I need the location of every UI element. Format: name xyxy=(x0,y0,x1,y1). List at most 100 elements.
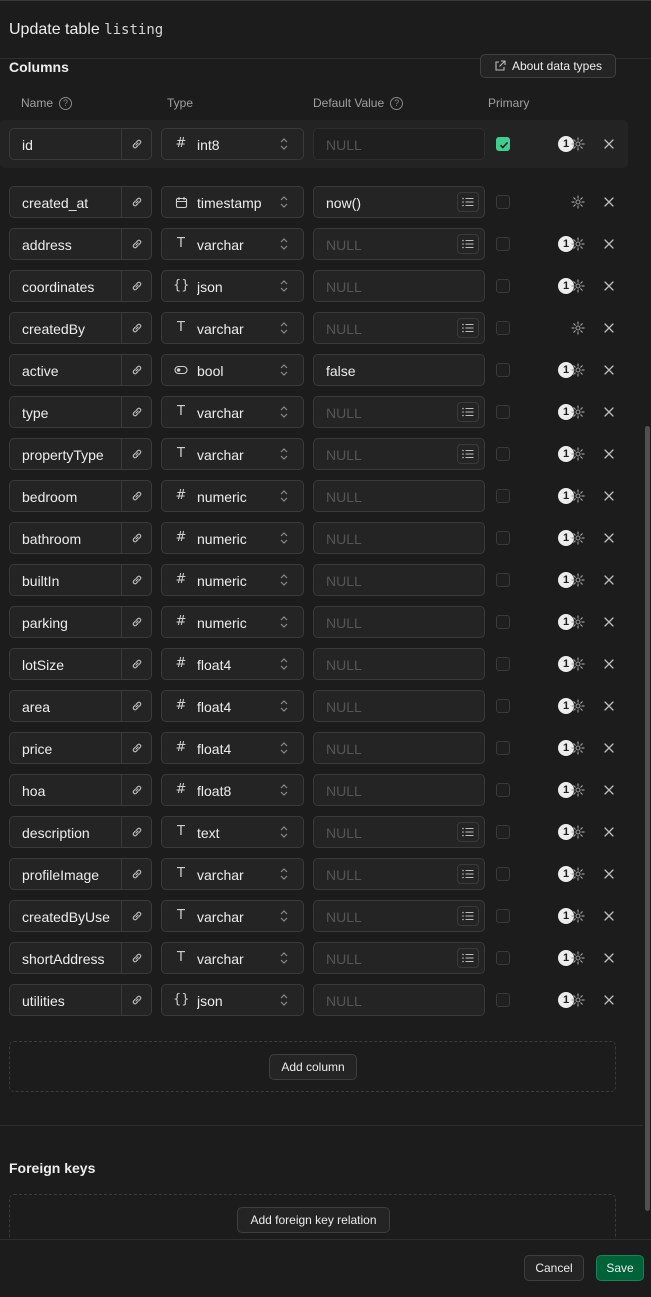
primary-key-checkbox[interactable] xyxy=(496,615,510,629)
help-icon[interactable]: ? xyxy=(59,96,73,110)
primary-key-checkbox[interactable] xyxy=(496,573,510,587)
link-icon[interactable] xyxy=(121,481,151,511)
save-button[interactable]: Save xyxy=(596,1255,644,1281)
column-type-select[interactable]: Tvarchar xyxy=(161,900,304,932)
primary-key-checkbox[interactable] xyxy=(496,531,510,545)
column-type-select[interactable]: Tvarchar xyxy=(161,228,304,260)
primary-key-checkbox[interactable] xyxy=(496,279,510,293)
column-type-select[interactable]: {} json xyxy=(161,984,304,1016)
default-value-input[interactable]: NULL xyxy=(313,128,485,160)
column-name-input[interactable]: address xyxy=(9,228,152,260)
gear-icon[interactable] xyxy=(571,909,585,923)
close-icon[interactable] xyxy=(603,364,615,376)
gear-icon[interactable] xyxy=(571,363,585,377)
column-type-select[interactable]: # float4 xyxy=(161,732,304,764)
column-name-input[interactable]: coordinates xyxy=(9,270,152,302)
default-value-input[interactable]: NULL xyxy=(313,270,485,302)
gear-icon[interactable] xyxy=(571,321,585,335)
gear-icon[interactable] xyxy=(571,951,585,965)
close-icon[interactable] xyxy=(603,406,615,418)
link-icon[interactable] xyxy=(121,607,151,637)
suggestions-list-icon[interactable] xyxy=(457,906,479,926)
column-name-input[interactable]: propertyType xyxy=(9,438,152,470)
column-name-input[interactable]: parking xyxy=(9,606,152,638)
gear-icon[interactable] xyxy=(571,993,585,1007)
close-icon[interactable] xyxy=(603,490,615,502)
add-foreign-key-button[interactable]: Add foreign key relation xyxy=(237,1207,390,1233)
gear-icon[interactable] xyxy=(571,783,585,797)
primary-key-checkbox[interactable] xyxy=(496,237,510,251)
link-icon[interactable] xyxy=(121,397,151,427)
column-name-input[interactable]: type xyxy=(9,396,152,428)
close-icon[interactable] xyxy=(603,238,615,250)
link-icon[interactable] xyxy=(121,355,151,385)
close-icon[interactable] xyxy=(603,322,615,334)
close-icon[interactable] xyxy=(603,616,615,628)
gear-icon[interactable] xyxy=(571,741,585,755)
column-name-input[interactable]: shortAddress xyxy=(9,942,152,974)
column-type-select[interactable]: timestamptz xyxy=(161,186,304,218)
close-icon[interactable] xyxy=(603,138,615,150)
suggestions-list-icon[interactable] xyxy=(457,864,479,884)
column-name-input[interactable]: area xyxy=(9,690,152,722)
default-value-input[interactable]: false xyxy=(313,354,485,386)
column-name-input[interactable]: price xyxy=(9,732,152,764)
column-type-select[interactable]: Tvarchar xyxy=(161,858,304,890)
primary-key-checkbox[interactable] xyxy=(496,909,510,923)
column-type-select[interactable]: # numeric xyxy=(161,480,304,512)
default-value-input[interactable]: NULL xyxy=(313,648,485,680)
default-value-input[interactable]: NULL xyxy=(313,312,485,344)
close-icon[interactable] xyxy=(603,994,615,1006)
gear-icon[interactable] xyxy=(571,237,585,251)
link-icon[interactable] xyxy=(121,733,151,763)
primary-key-checkbox[interactable] xyxy=(496,699,510,713)
close-icon[interactable] xyxy=(603,658,615,670)
column-type-select[interactable]: # float4 xyxy=(161,690,304,722)
column-name-input[interactable]: active xyxy=(9,354,152,386)
column-type-select[interactable]: Ttext xyxy=(161,816,304,848)
primary-key-checkbox[interactable] xyxy=(496,993,510,1007)
column-name-input[interactable]: id xyxy=(9,128,152,160)
default-value-input[interactable]: NULL xyxy=(313,984,485,1016)
help-icon[interactable]: ? xyxy=(390,96,404,110)
link-icon[interactable] xyxy=(121,439,151,469)
cancel-button[interactable]: Cancel xyxy=(524,1255,584,1281)
column-type-select[interactable]: bool xyxy=(161,354,304,386)
close-icon[interactable] xyxy=(603,910,615,922)
gear-icon[interactable] xyxy=(571,195,585,209)
suggestions-list-icon[interactable] xyxy=(457,948,479,968)
primary-key-checkbox[interactable] xyxy=(496,363,510,377)
link-icon[interactable] xyxy=(121,523,151,553)
primary-key-checkbox[interactable] xyxy=(496,951,510,965)
close-icon[interactable] xyxy=(603,868,615,880)
default-value-input[interactable]: NULL xyxy=(313,522,485,554)
gear-icon[interactable] xyxy=(571,699,585,713)
default-value-input[interactable]: NULL xyxy=(313,228,485,260)
column-type-select[interactable]: Tvarchar xyxy=(161,396,304,428)
close-icon[interactable] xyxy=(603,280,615,292)
primary-key-checkbox[interactable] xyxy=(496,405,510,419)
scrollbar-thumb[interactable] xyxy=(645,426,650,1211)
column-name-input[interactable]: profileImage xyxy=(9,858,152,890)
column-type-select[interactable]: # numeric xyxy=(161,522,304,554)
column-name-input[interactable]: lotSize xyxy=(9,648,152,680)
primary-key-checkbox[interactable] xyxy=(496,489,510,503)
column-name-input[interactable]: bedroom xyxy=(9,480,152,512)
about-data-types-button[interactable]: About data types xyxy=(480,54,616,78)
suggestions-list-icon[interactable] xyxy=(457,192,479,212)
link-icon[interactable] xyxy=(121,901,151,931)
column-name-input[interactable]: createdByUse xyxy=(9,900,152,932)
link-icon[interactable] xyxy=(121,943,151,973)
default-value-input[interactable]: NULL xyxy=(313,396,485,428)
suggestions-list-icon[interactable] xyxy=(457,318,479,338)
column-type-select[interactable]: {} json xyxy=(161,270,304,302)
default-value-input[interactable]: NULL xyxy=(313,690,485,722)
gear-icon[interactable] xyxy=(571,867,585,881)
gear-icon[interactable] xyxy=(571,657,585,671)
column-name-input[interactable]: utilities xyxy=(9,984,152,1016)
suggestions-list-icon[interactable] xyxy=(457,234,479,254)
column-name-input[interactable]: createdBy xyxy=(9,312,152,344)
column-type-select[interactable]: # numeric xyxy=(161,606,304,638)
primary-key-checkbox[interactable] xyxy=(496,657,510,671)
close-icon[interactable] xyxy=(603,952,615,964)
